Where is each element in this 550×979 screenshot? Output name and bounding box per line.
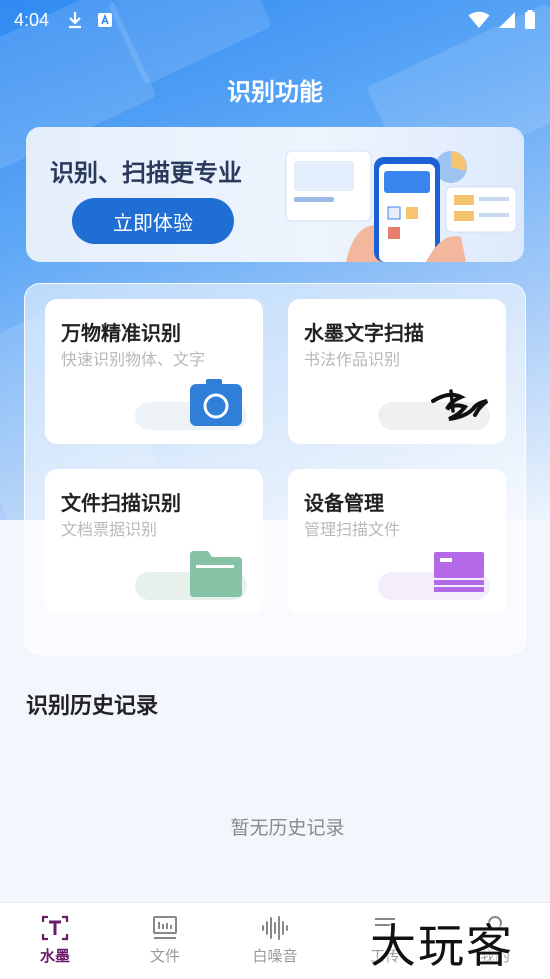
document-icon: [153, 916, 177, 939]
status-bar: 4:04: [0, 0, 550, 40]
history-title: 识别历史记录: [26, 694, 159, 719]
feature-card-object-recognition[interactable]: 万物精准识别 快速识别物体、文字: [45, 299, 263, 444]
page-title: 识别功能: [227, 78, 323, 106]
battery-icon: [525, 10, 535, 29]
app-a-icon: [98, 13, 113, 27]
soundwave-icon: [262, 916, 288, 940]
tab-white-noise[interactable]: 白噪音: [220, 903, 330, 979]
feature-panel: 万物精准识别 快速识别物体、文字 水墨文字扫描 书法作品识别 文件扫描识别 文档…: [24, 283, 526, 655]
feature-card-subtitle: 管理扫描文件: [304, 520, 401, 539]
folder-icon: [190, 551, 242, 597]
feature-card-title: 设备管理: [304, 491, 384, 515]
history-empty-text: 暂无历史记录: [230, 817, 345, 839]
tab-file[interactable]: 文件: [110, 903, 220, 979]
watermark-text: 大玩客: [370, 919, 514, 973]
phone-scan-illustration: [285, 150, 517, 262]
feature-card-subtitle: 书法作品识别: [304, 350, 401, 369]
feature-card-file-scan[interactable]: 文件扫描识别 文档票据识别: [45, 469, 263, 614]
tab-label: 水墨: [39, 947, 70, 965]
device-card-icon: [434, 552, 484, 592]
promo-banner[interactable]: 识别、扫描更专业 立即体验: [26, 127, 524, 262]
status-time: 4:04: [14, 9, 50, 30]
feature-card-title: 水墨文字扫描: [304, 321, 424, 345]
text-tool-icon: [41, 915, 69, 941]
feature-card-title: 万物精准识别: [61, 321, 181, 345]
feature-card-device-management[interactable]: 设备管理 管理扫描文件: [288, 469, 506, 614]
feature-card-subtitle: 文档票据识别: [61, 520, 158, 539]
tab-ink[interactable]: 水墨: [0, 903, 110, 979]
tab-label: 白噪音: [252, 947, 298, 965]
banner-title: 识别、扫描更专业: [50, 159, 242, 187]
download-icon: [69, 12, 82, 29]
wifi-icon: [468, 11, 490, 28]
tab-label: 文件: [149, 947, 180, 965]
feature-card-title: 文件扫描识别: [61, 491, 181, 515]
feature-card-ink-scan[interactable]: 水墨文字扫描 书法作品识别: [288, 299, 506, 444]
signal-icon: [499, 12, 515, 28]
camera-icon: [190, 379, 242, 426]
try-now-button[interactable]: 立即体验: [72, 198, 234, 244]
ink-brush-icon: [431, 389, 489, 421]
feature-card-subtitle: 快速识别物体、文字: [61, 350, 206, 369]
